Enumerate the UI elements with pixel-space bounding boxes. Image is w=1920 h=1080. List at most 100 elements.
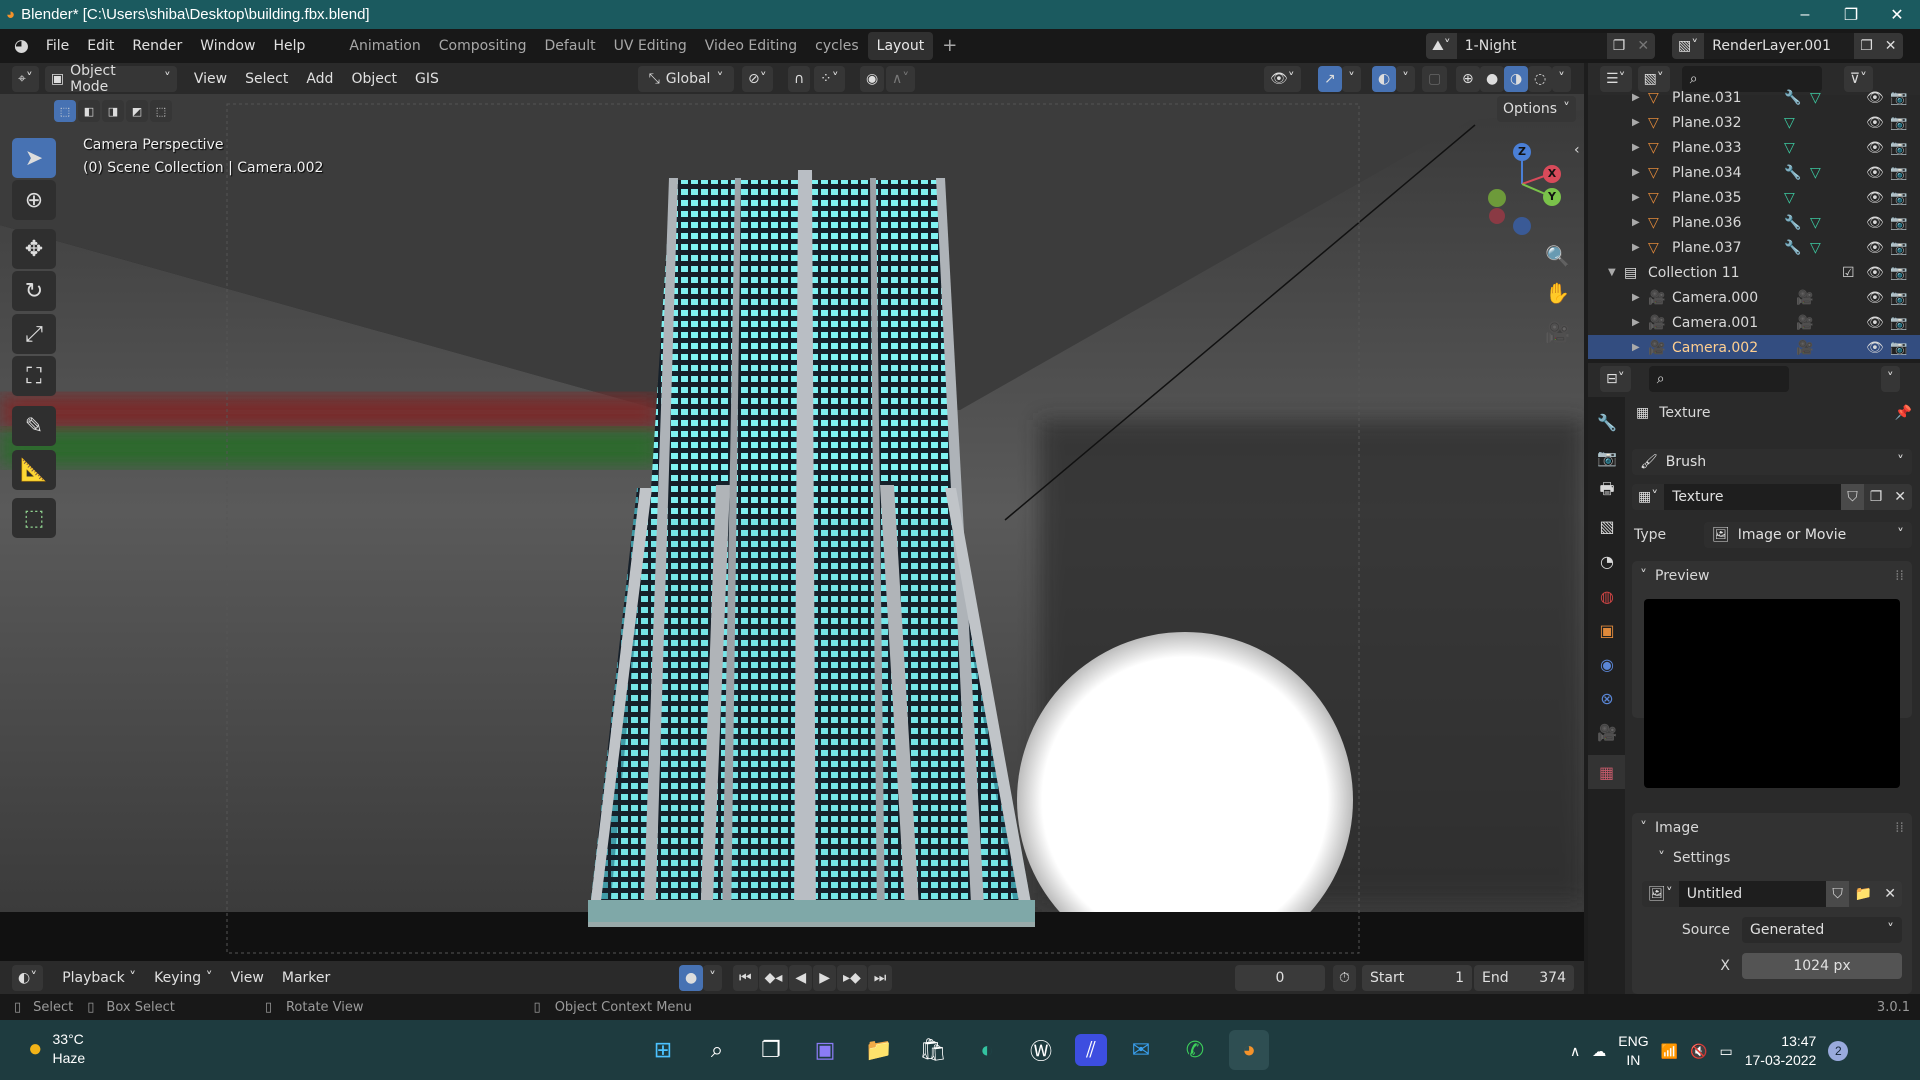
- render-camera-icon[interactable]: 📷: [1890, 240, 1907, 256]
- tool-add-cube[interactable]: ⬚: [12, 498, 56, 538]
- shading-rendered-button[interactable]: ◌: [1528, 66, 1553, 92]
- mode-selector[interactable]: ▣ Object Mode ˅: [44, 63, 177, 95]
- select-invert-button[interactable]: ◩: [126, 100, 148, 122]
- snap-target-selector[interactable]: ⁘˅: [814, 66, 845, 92]
- next-keyframe-button[interactable]: ▸◆: [836, 965, 867, 991]
- render-camera-icon[interactable]: 📷: [1890, 165, 1907, 181]
- render-camera-icon[interactable]: 📷: [1890, 340, 1907, 356]
- expand-arrow-icon[interactable]: ▶: [1632, 117, 1640, 128]
- maximize-button[interactable]: ❐: [1828, 0, 1874, 29]
- timeline-editor-type-button[interactable]: ◐˅: [12, 964, 44, 991]
- tool-cursor[interactable]: ⊕: [12, 180, 56, 220]
- expand-arrow-icon[interactable]: ▶: [1632, 317, 1640, 328]
- proportional-falloff-selector[interactable]: ∧˅: [886, 66, 916, 92]
- task-view-icon[interactable]: ❐: [751, 1030, 791, 1070]
- timeline-menu-marker[interactable]: Marker: [273, 970, 339, 986]
- search-icon[interactable]: ⌕: [697, 1030, 737, 1070]
- play-button[interactable]: ▶: [813, 965, 836, 991]
- gizmo-z-axis[interactable]: Z: [1513, 143, 1531, 161]
- camera-data-icon[interactable]: 🎥: [1796, 340, 1813, 356]
- pin-icon[interactable]: 📌: [1895, 405, 1912, 421]
- play-reverse-button[interactable]: ◀: [789, 965, 813, 991]
- texture-type-selector[interactable]: 🖼 Image or Movie ˅: [1704, 522, 1912, 548]
- exclude-checkbox[interactable]: ☑: [1842, 265, 1855, 281]
- editor-type-button[interactable]: ⌖˅: [12, 65, 39, 92]
- modifier-wrench-icon[interactable]: 🔧: [1784, 90, 1801, 106]
- preview-range-toggle[interactable]: ⏱: [1333, 965, 1356, 991]
- duplicate-texture-button[interactable]: ❐: [1863, 484, 1889, 510]
- viewport-menu-object[interactable]: Object: [342, 71, 406, 87]
- visibility-eye-icon[interactable]: 👁: [1866, 165, 1884, 181]
- visibility-eye-icon[interactable]: 👁: [1866, 240, 1884, 256]
- current-frame-field[interactable]: 0: [1235, 965, 1325, 991]
- shading-material-button[interactable]: ◑: [1504, 66, 1529, 92]
- tool-measure[interactable]: 📐: [12, 450, 56, 490]
- close-button[interactable]: ✕: [1874, 0, 1920, 29]
- tab-cycles[interactable]: cycles: [806, 32, 867, 60]
- view-layer-selector[interactable]: ▧˅: [1672, 33, 1705, 59]
- proportional-edit-toggle[interactable]: ◉: [860, 66, 885, 92]
- expand-arrow-icon[interactable]: ▶: [1632, 92, 1640, 103]
- jump-end-button[interactable]: ⏭: [867, 965, 893, 991]
- tab-uv-editing[interactable]: UV Editing: [605, 32, 696, 60]
- sidebar-toggle-chevron-icon[interactable]: ‹: [1574, 142, 1580, 158]
- camera-data-icon[interactable]: 🎥: [1796, 315, 1813, 331]
- new-view-layer-button[interactable]: ❐: [1854, 33, 1879, 59]
- tab-video-editing[interactable]: Video Editing: [696, 32, 806, 60]
- viewport-menu-select[interactable]: Select: [236, 71, 297, 87]
- transform-orientation-selector[interactable]: ⤡ Global ˅: [638, 66, 734, 92]
- menu-window[interactable]: Window: [191, 38, 264, 54]
- tab-render-icon[interactable]: 📷: [1592, 442, 1622, 472]
- tab-view-layer-icon[interactable]: ▧: [1592, 511, 1622, 541]
- properties-options-dropdown[interactable]: ˅: [1880, 366, 1900, 392]
- mail-icon[interactable]: ✉: [1121, 1030, 1161, 1070]
- snap-toggle[interactable]: ∩: [788, 66, 811, 92]
- prev-keyframe-button[interactable]: ◆◂: [758, 965, 789, 991]
- menu-help[interactable]: Help: [264, 38, 314, 54]
- image-fake-user-button[interactable]: ⛉: [1826, 881, 1849, 907]
- language-indicator[interactable]: ENG IN: [1618, 1032, 1648, 1070]
- mesh-data-icon[interactable]: ▽: [1784, 115, 1795, 131]
- properties-editor-type-button[interactable]: ⊟˅: [1600, 366, 1631, 392]
- outliner-row[interactable]: ▶ ▽ Plane.032 ▽ 👁 📷: [1588, 110, 1920, 135]
- visibility-eye-icon[interactable]: 👁: [1866, 215, 1884, 231]
- visibility-eye-icon[interactable]: 👁: [1866, 190, 1884, 206]
- tool-annotate[interactable]: ✎: [12, 406, 56, 446]
- clock[interactable]: 13:47 17-03-2022: [1745, 1032, 1817, 1070]
- tab-default[interactable]: Default: [536, 32, 605, 60]
- viewport-menu-gis[interactable]: GIS: [406, 71, 448, 87]
- image-panel-header[interactable]: ˅ Image ⁞⁞: [1632, 813, 1912, 843]
- menu-file[interactable]: File: [37, 38, 78, 54]
- brush-selector[interactable]: 🖌 Brush ˅: [1632, 449, 1912, 475]
- tool-scale[interactable]: ⤢: [12, 314, 56, 354]
- tool-transform[interactable]: ⛶: [12, 356, 56, 396]
- mesh-data-icon[interactable]: ▽: [1810, 90, 1821, 106]
- visibility-eye-icon[interactable]: 👁: [1866, 115, 1884, 131]
- tab-compositing[interactable]: Compositing: [430, 32, 536, 60]
- image-name-field[interactable]: Untitled: [1678, 881, 1827, 907]
- texture-name-field[interactable]: Texture: [1664, 484, 1842, 510]
- preview-panel-header[interactable]: ˅ Preview ⁞⁞: [1632, 561, 1912, 591]
- overlays-toggle[interactable]: ◐: [1372, 66, 1397, 92]
- visibility-eye-icon[interactable]: 👁: [1866, 315, 1884, 331]
- tool-move[interactable]: ✥: [12, 229, 56, 269]
- settings-subpanel-header[interactable]: ˅ Settings: [1632, 843, 1912, 873]
- expand-arrow-icon[interactable]: ▶: [1632, 167, 1640, 178]
- timeline-menu-keying[interactable]: Keying ˅: [145, 970, 221, 986]
- select-intersect-button[interactable]: ⬚: [150, 100, 172, 122]
- outliner-row[interactable]: ▶ ▽ Plane.037 🔧 ▽ 👁 📷: [1588, 235, 1920, 260]
- modifier-wrench-icon[interactable]: 🔧: [1784, 165, 1801, 181]
- auto-keying-toggle[interactable]: ●: [679, 965, 704, 991]
- select-subtract-button[interactable]: ◨: [102, 100, 124, 122]
- tab-world-icon[interactable]: ◍: [1592, 581, 1622, 611]
- select-extend-button[interactable]: ◧: [78, 100, 100, 122]
- texture-browse-button[interactable]: ▦˅: [1632, 484, 1665, 510]
- tab-scene-icon[interactable]: ◔: [1592, 546, 1622, 576]
- options-dropdown[interactable]: Options ˅: [1497, 96, 1577, 122]
- start-frame-field[interactable]: Start 1: [1362, 965, 1472, 991]
- weather-widget[interactable]: ● 33°C Haze: [28, 1030, 85, 1068]
- camera-view-icon[interactable]: 🎥: [1545, 320, 1570, 344]
- expand-arrow-icon[interactable]: ▶: [1632, 192, 1640, 203]
- add-workspace-button[interactable]: +: [933, 32, 966, 60]
- xray-toggle[interactable]: ▢: [1422, 66, 1448, 92]
